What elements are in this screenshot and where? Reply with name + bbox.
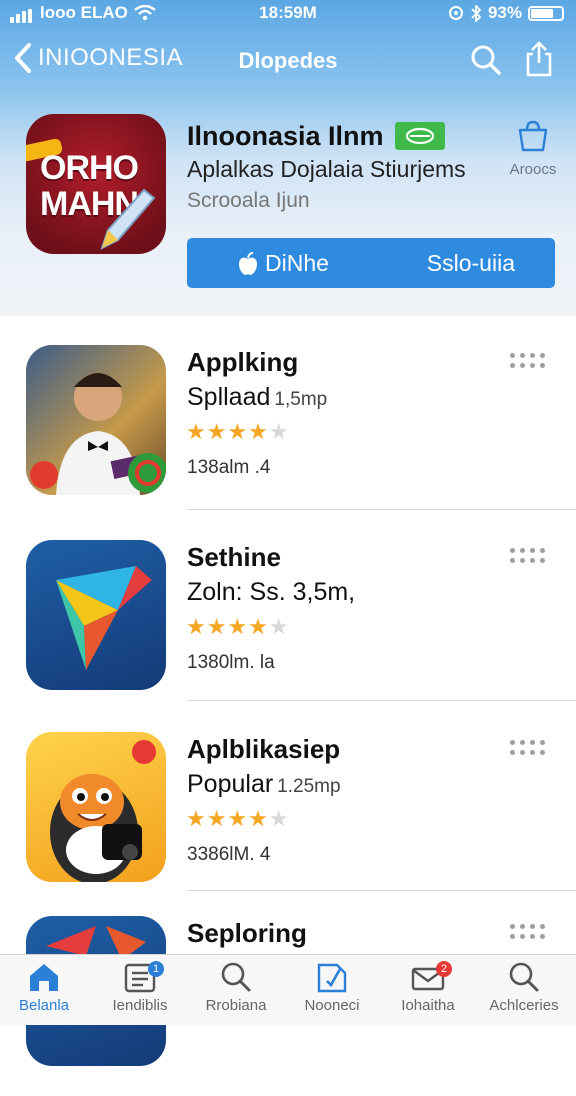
- tab-bar: Belanla 1 Iendiblis Rrobiana Nooneci 2 I…: [0, 954, 576, 1025]
- action-left-label: DiNhe: [265, 250, 329, 276]
- notification-badge: 1: [148, 961, 164, 977]
- back-button[interactable]: INIOONESIA: [14, 42, 183, 74]
- tab-search[interactable]: Rrobiana: [188, 961, 284, 1023]
- app-size: 1,5mp: [274, 389, 328, 410]
- app-subtitle: Popular: [187, 770, 274, 798]
- app-icon: [26, 345, 166, 495]
- tab-label: Achlceries: [489, 997, 559, 1014]
- news-icon: [317, 963, 347, 993]
- tab-news[interactable]: Nooneci: [284, 961, 380, 1023]
- person-icon: [30, 373, 166, 495]
- tab-label: Nooneci: [304, 997, 360, 1014]
- status-bar: looo ELAO 18:59M 93%: [0, 0, 576, 28]
- featured-side-button[interactable]: Aroocs: [505, 120, 561, 178]
- bluetooth-icon: [471, 4, 482, 22]
- more-button[interactable]: [508, 738, 552, 756]
- star-rating: ★★★★★: [186, 419, 290, 445]
- featured-badge: [395, 122, 445, 150]
- battery-percent: 93%: [487, 3, 522, 22]
- app-icon: [26, 540, 166, 690]
- list-item[interactable]: Sethine Zoln: Ss. 3,5m, ★★★★★ 1380lm. la: [0, 540, 576, 720]
- bag-icon: [518, 120, 548, 152]
- app-size: 1.25mp: [277, 776, 341, 797]
- share-icon: [526, 41, 552, 77]
- tab-mail[interactable]: 2 Iohaitha: [380, 961, 476, 1023]
- cloud-icon: [405, 127, 435, 145]
- featured-app-name: Ilnoonasia Ilnm: [187, 121, 384, 151]
- list-item[interactable]: Applking Spllaad 1,5mp ★★★★★ 138alm .4: [0, 345, 576, 525]
- rating-count: 138alm .4: [187, 457, 271, 478]
- nav-bar: INIOONESIA Dlopedes: [0, 38, 576, 84]
- apple-icon: [239, 251, 257, 275]
- star-rating: ★★★★★: [186, 806, 290, 832]
- star-icon: ★★★★: [186, 419, 269, 444]
- back-label: INIOONESIA: [38, 44, 184, 71]
- app-subtitle: Spllaad: [187, 383, 271, 411]
- app-icon: [26, 732, 166, 882]
- chevron-left-icon: [15, 43, 31, 73]
- tab-label: Rrobiana: [205, 997, 267, 1014]
- notification-badge: 2: [436, 961, 452, 977]
- tab-home[interactable]: Belanla: [0, 961, 92, 1023]
- featured-action-button[interactable]: DiNhe Sslo-uiia: [187, 238, 555, 288]
- home-icon: [30, 964, 58, 991]
- side-button-label: Aroocs: [509, 161, 557, 178]
- pen-icon: [100, 188, 156, 250]
- tab-label: Belanla: [18, 997, 70, 1014]
- more-button[interactable]: [508, 922, 552, 940]
- star-icon: ★★★★: [186, 614, 269, 639]
- featured-app-developer: Scrooala Ijun: [187, 189, 310, 212]
- star-icon: ★: [268, 614, 290, 639]
- star-icon: ★: [268, 806, 290, 831]
- featured-app-subtitle: Aplalkas Dojalaia Stiurjems: [187, 156, 466, 182]
- paper-plane-icon: [56, 566, 152, 670]
- featured-app-icon[interactable]: ORHO MAHN: [26, 114, 166, 254]
- star-icon: ★★★★: [186, 806, 269, 831]
- divider: [187, 700, 576, 701]
- app-name: Seploring: [187, 918, 307, 948]
- star-icon: ★: [268, 419, 290, 444]
- tab-label: Iendiblis: [112, 997, 168, 1014]
- app-name: Applking: [187, 347, 299, 377]
- search-icon: [509, 962, 539, 992]
- app-name: Aplblikasiep: [187, 734, 341, 764]
- search-button[interactable]: [470, 44, 502, 81]
- tab-list[interactable]: 1 Iendiblis: [92, 961, 188, 1023]
- rating-count: 1380lm. la: [187, 652, 275, 673]
- tab-search-2[interactable]: Achlceries: [476, 961, 572, 1023]
- rating-count: 3386lM. 4: [187, 844, 271, 865]
- tab-label: Iohaitha: [401, 997, 455, 1014]
- app-name: Sethine: [187, 542, 281, 572]
- mascot-icon: [50, 740, 156, 882]
- search-icon: [221, 962, 251, 992]
- share-button[interactable]: [524, 40, 554, 83]
- location-icon: [448, 6, 463, 20]
- more-button[interactable]: [508, 546, 552, 564]
- list-item[interactable]: Aplblikasiep Popular 1.25mp ★★★★★ 3386lM.…: [0, 732, 576, 912]
- star-rating: ★★★★★: [186, 614, 290, 640]
- action-right-label: Sslo-uiia: [426, 250, 515, 276]
- more-button[interactable]: [508, 351, 552, 369]
- app-subtitle: Zoln: Ss. 3,5m,: [187, 578, 356, 606]
- battery-icon: [528, 5, 564, 21]
- divider: [187, 890, 576, 891]
- divider: [187, 509, 576, 510]
- search-icon: [471, 45, 501, 75]
